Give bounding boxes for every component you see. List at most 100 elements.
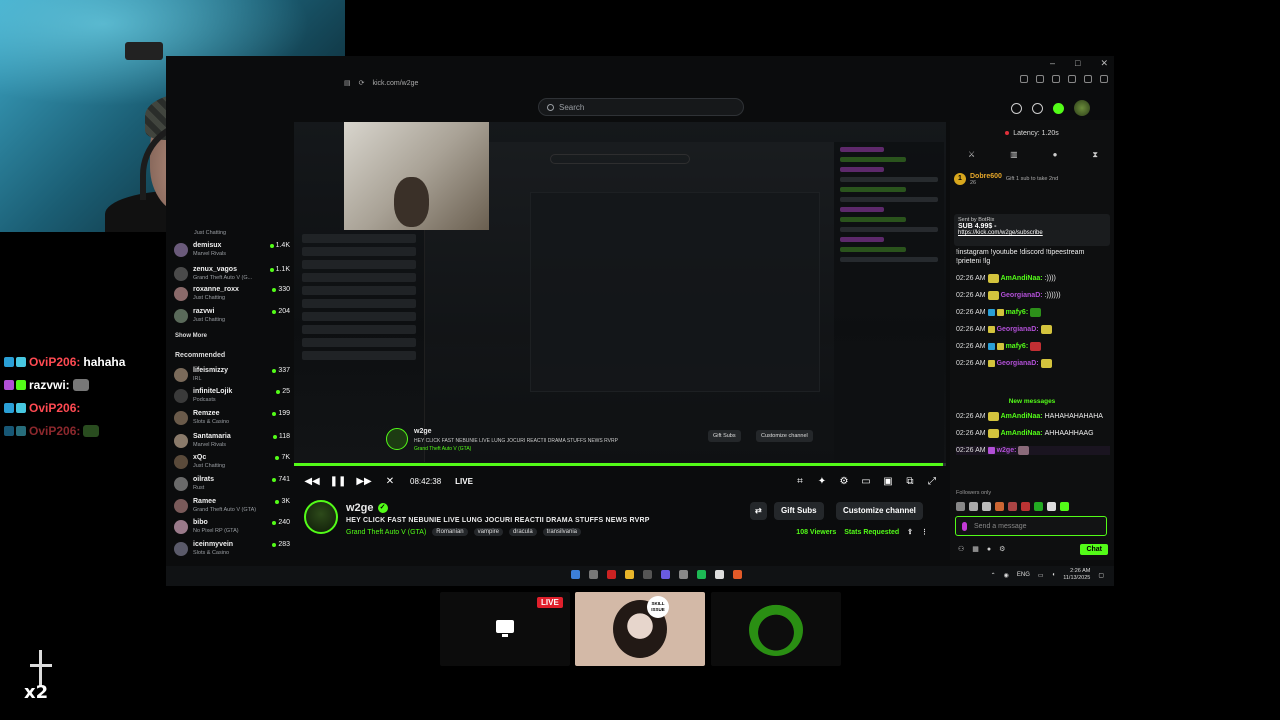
emote-icon[interactable] bbox=[1008, 502, 1017, 511]
channel-avatar[interactable] bbox=[304, 500, 338, 534]
emote-icon[interactable] bbox=[1034, 502, 1043, 511]
notifications-icon[interactable]: ▢ bbox=[1098, 572, 1104, 579]
search-icon[interactable] bbox=[589, 570, 598, 579]
rewind-icon[interactable]: ◀◀ bbox=[304, 475, 319, 487]
app-icon[interactable] bbox=[679, 570, 688, 579]
cast-icon[interactable]: ⧉ bbox=[904, 475, 916, 487]
mic-icon[interactable]: ◉ bbox=[1004, 572, 1009, 579]
app-icon[interactable] bbox=[643, 570, 652, 579]
emote-icon[interactable] bbox=[969, 502, 978, 511]
extension-icon[interactable] bbox=[1036, 75, 1044, 83]
settings-icon[interactable]: ⚙ bbox=[999, 545, 1005, 553]
gift-icon[interactable]: ▦ bbox=[972, 545, 979, 553]
kick-logo-icon[interactable] bbox=[1053, 102, 1064, 114]
username[interactable]: AmAndiNaa: bbox=[1001, 274, 1043, 283]
new-messages-label[interactable]: New messages bbox=[950, 398, 1114, 405]
more-icon[interactable]: ⋮ bbox=[921, 528, 928, 536]
folder-icon[interactable] bbox=[625, 570, 634, 579]
sub-link[interactable]: https://kick.com/w2ge/subscribe bbox=[958, 230, 1106, 236]
stats-link[interactable]: Stats Requested bbox=[844, 529, 899, 536]
username[interactable]: AmAndiNaa: bbox=[1001, 429, 1043, 438]
username[interactable]: GeorgianaD: bbox=[1001, 291, 1043, 300]
mic-icon[interactable] bbox=[962, 522, 967, 531]
fullscreen-icon[interactable]: ⤢ bbox=[926, 475, 938, 487]
discord-icon[interactable] bbox=[661, 570, 670, 579]
sword-icon[interactable]: ⚔ bbox=[968, 150, 975, 160]
app-icon[interactable] bbox=[607, 570, 616, 579]
clock[interactable]: 2:26 AM 11/13/2025 bbox=[1063, 568, 1090, 582]
emote-icon[interactable] bbox=[1047, 502, 1056, 511]
menu-icon[interactable] bbox=[1100, 75, 1108, 83]
extension-icon[interactable] bbox=[1020, 75, 1028, 83]
shield-icon[interactable]: ▤ bbox=[344, 79, 351, 87]
username[interactable]: GeorgianaD: bbox=[997, 359, 1039, 368]
tag[interactable]: Romanian bbox=[432, 528, 468, 536]
username[interactable]: mafy6: bbox=[1006, 342, 1029, 351]
share-icon[interactable]: ⇪ bbox=[907, 528, 913, 536]
pip-icon[interactable]: ▣ bbox=[882, 475, 894, 487]
emote-icon[interactable] bbox=[1021, 502, 1030, 511]
mute-icon[interactable]: ✕ bbox=[384, 475, 396, 487]
minimize-icon[interactable]: – bbox=[1050, 58, 1055, 69]
sidebar-channel[interactable]: oilrats Rust 741 bbox=[174, 475, 290, 499]
sidebar-channel[interactable]: roxanne_roxx Just Chatting 330 bbox=[174, 285, 290, 309]
emote-icon[interactable] bbox=[956, 502, 965, 511]
emote-icon[interactable] bbox=[995, 502, 1004, 511]
hourglass-icon[interactable]: ⧗ bbox=[1092, 150, 1098, 160]
sparkle-icon[interactable]: ✦ bbox=[816, 475, 828, 487]
language-indicator[interactable]: ENG bbox=[1017, 572, 1030, 578]
inbox-icon[interactable] bbox=[1032, 102, 1043, 114]
url-text[interactable]: kick.com/w2ge bbox=[373, 80, 1115, 87]
extension-icon[interactable] bbox=[1052, 75, 1060, 83]
customize-channel-button[interactable]: Customize channel bbox=[836, 502, 923, 520]
chat-send-button[interactable]: Chat bbox=[1080, 543, 1108, 555]
sidebar-channel[interactable]: razvwi Just Chatting 204 bbox=[174, 307, 290, 331]
sidebar-channel[interactable]: iceinmyvein Slots & Casino 283 bbox=[174, 540, 290, 564]
emote-picker-icon[interactable]: ● bbox=[987, 546, 991, 553]
sidebar-channel[interactable]: infiniteLojik Podcasts 25 bbox=[174, 387, 290, 411]
video-progress-bar[interactable] bbox=[294, 463, 946, 466]
pause-icon[interactable]: ❚❚ bbox=[330, 475, 347, 487]
sidebar-channel[interactable]: demisux Marvel Rivals 1.4K bbox=[174, 241, 290, 265]
address-bar[interactable]: ▤ ⟳ kick.com/w2ge bbox=[344, 74, 1114, 92]
windows-start-icon[interactable] bbox=[571, 570, 580, 579]
chat-input[interactable]: Send a message bbox=[955, 516, 1107, 536]
close-icon[interactable]: ✕ bbox=[1100, 58, 1108, 69]
maximize-icon[interactable]: □ bbox=[1075, 58, 1080, 69]
tag[interactable]: vampire bbox=[473, 528, 503, 536]
refresh-icon[interactable]: ⟳ bbox=[359, 79, 365, 87]
live-label[interactable]: LIVE bbox=[455, 477, 473, 486]
username[interactable]: w2ge: bbox=[997, 446, 1017, 455]
search-input[interactable]: Search bbox=[538, 98, 744, 116]
emote-icon[interactable] bbox=[982, 502, 991, 511]
spotify-icon[interactable] bbox=[697, 570, 706, 579]
settings-icon[interactable]: ⚙ bbox=[838, 475, 850, 487]
extension-icon[interactable] bbox=[1068, 75, 1076, 83]
username[interactable]: AmAndiNaa: bbox=[1001, 412, 1043, 421]
scene-tile-guest[interactable]: SKILL ISSUE bbox=[575, 592, 705, 666]
forward-icon[interactable]: ▶▶ bbox=[356, 475, 371, 487]
points-icon[interactable]: ⚇ bbox=[958, 545, 964, 553]
bubble-icon[interactable]: ● bbox=[1053, 150, 1058, 160]
username[interactable]: mafy6: bbox=[1006, 308, 1029, 317]
replay-button[interactable]: ⇄ bbox=[750, 502, 767, 520]
theater-icon[interactable]: ▭ bbox=[860, 475, 872, 487]
extension-icon[interactable] bbox=[1084, 75, 1092, 83]
show-more-link[interactable]: Show More bbox=[175, 333, 207, 339]
username[interactable]: GeorgianaD: bbox=[997, 325, 1039, 334]
trash-icon[interactable]: ▥ bbox=[1010, 150, 1018, 160]
sidebar-channel[interactable]: Remzee Slots & Casino 199 bbox=[174, 409, 290, 433]
tray-chevron-icon[interactable]: ⌃ bbox=[991, 572, 996, 579]
channel-name[interactable]: w2ge bbox=[346, 502, 374, 514]
sidebar-channel[interactable]: bibo No Pixel RP (GTA) 240 bbox=[174, 518, 290, 542]
sidebar-channel[interactable]: xQc Just Chatting 7K bbox=[174, 453, 290, 477]
tag[interactable]: dracula bbox=[508, 528, 537, 536]
gift-prompt[interactable]: Gift 1 sub to take 2nd bbox=[1006, 176, 1058, 182]
tag[interactable]: transilvania bbox=[542, 528, 582, 536]
emote-icon[interactable] bbox=[1060, 502, 1069, 511]
clip-icon[interactable]: ⌗ bbox=[794, 475, 806, 487]
volume-icon[interactable]: ◖ bbox=[1052, 572, 1056, 578]
network-icon[interactable]: ▭ bbox=[1038, 572, 1044, 579]
stream-category[interactable]: Grand Theft Auto V (GTA) bbox=[346, 529, 426, 536]
notifications-icon[interactable] bbox=[1011, 102, 1022, 114]
